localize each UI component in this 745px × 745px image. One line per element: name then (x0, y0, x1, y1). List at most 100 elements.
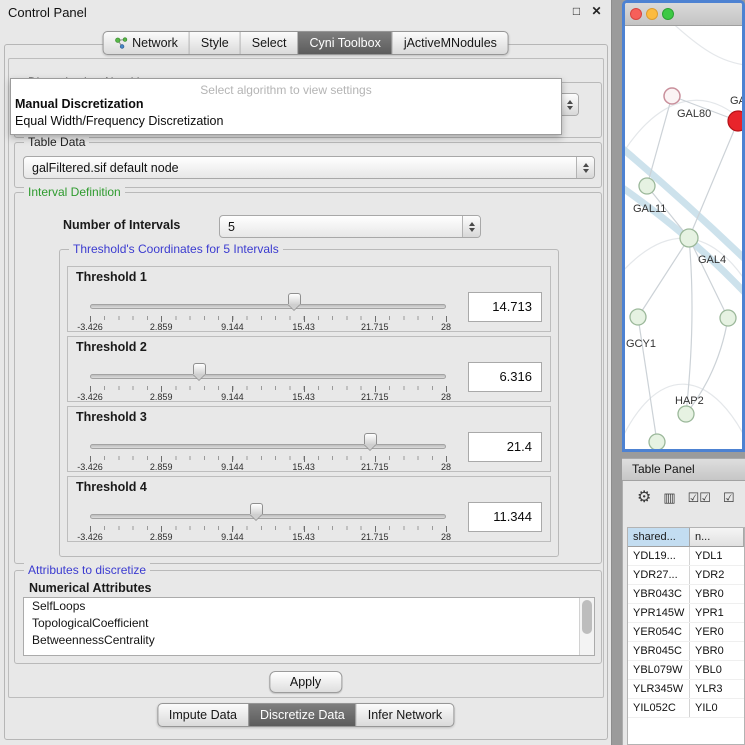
table-cell: YIL052C (628, 699, 690, 717)
network-canvas[interactable]: GAL80 GAL11 GAL4 GCY1 HAP2 GA (625, 26, 742, 449)
node-label-gal80: GAL80 (677, 108, 711, 120)
dropdown-placeholder: Select algorithm to view settings (11, 79, 561, 96)
table-row[interactable]: YBL079WYBL0 (628, 661, 744, 680)
dropdown-option-equal-width-frequency[interactable]: Equal Width/Frequency Discretization (11, 113, 561, 130)
threshold-3-label: Threshold 3 (76, 410, 147, 424)
tab-cyni-toolbox[interactable]: Cyni Toolbox (297, 32, 391, 54)
threshold-3-value-field[interactable]: 21.4 (468, 432, 542, 462)
table-row[interactable]: YIL052CYIL0 (628, 699, 744, 718)
node-hap2[interactable] (678, 406, 694, 422)
control-panel-titlebar[interactable]: Control Panel □ ✕ (0, 0, 611, 24)
tab-infer-network[interactable]: Infer Network (356, 704, 453, 726)
column-header-name[interactable]: n... (690, 528, 744, 547)
column-header-shared-name[interactable]: shared... (628, 528, 690, 547)
zoom-traffic-light[interactable] (662, 8, 674, 20)
node-gal4[interactable] (680, 229, 698, 247)
network-view-window: GAL80 GAL11 GAL4 GCY1 HAP2 GA (622, 0, 745, 452)
node-label-hap2: HAP2 (675, 395, 704, 407)
tab-label: Discretize Data (260, 708, 345, 722)
table-cell: YER0 (690, 623, 744, 641)
minimize-traffic-light[interactable] (646, 8, 658, 20)
numerical-attributes-list[interactable]: SelfLoopsTopologicalCoefficientBetweenne… (23, 597, 595, 656)
numerical-attribute-item[interactable]: BetweennessCentrality (24, 632, 594, 649)
threshold-3-panel: Threshold 3 -3.4262.8599.14415.4321.7152… (67, 406, 551, 472)
table-row[interactable]: YDR27...YDR2 (628, 566, 744, 585)
tab-label: Network (132, 36, 178, 50)
table-row[interactable]: YBR043CYBR0 (628, 585, 744, 604)
node-gal80[interactable] (664, 88, 680, 104)
slider-tick-label: 21.715 (361, 392, 389, 402)
column-visibility-icon[interactable]: ▥ (663, 489, 675, 507)
table-cell: YDR2 (690, 566, 744, 584)
table-header-row: shared... n... (628, 528, 744, 547)
slider-tick-label: -3.426 (77, 392, 103, 402)
slider-tick-label: -3.426 (77, 322, 103, 332)
tab-label: Style (201, 36, 229, 50)
slider-tick-label: 2.859 (150, 532, 173, 542)
slider-minor-ticks (90, 456, 447, 460)
threshold-3-slider-track[interactable] (90, 444, 446, 449)
tab-network[interactable]: Network (103, 32, 189, 54)
tab-style[interactable]: Style (189, 32, 240, 54)
threshold-3-slider-thumb[interactable] (364, 433, 377, 444)
table-cell: YBR045C (628, 642, 690, 660)
table-cell: YDL19... (628, 547, 690, 565)
select-row-icon[interactable]: ☑ (723, 489, 735, 507)
select-all-rows-icon[interactable]: ☑☑ (688, 489, 711, 507)
tab-discretize-data[interactable]: Discretize Data (248, 704, 356, 726)
node-gcy1[interactable] (630, 309, 646, 325)
network-icon (114, 37, 127, 49)
table-cell: YBL0 (690, 661, 744, 679)
scrollbar-thumb[interactable] (582, 600, 592, 634)
tab-select[interactable]: Select (240, 32, 298, 54)
network-window-titlebar[interactable] (625, 3, 742, 26)
table-row[interactable]: YPR145WYPR1 (628, 604, 744, 623)
table-row[interactable]: YDL19...YDL1 (628, 547, 744, 566)
threshold-1-slider-thumb[interactable] (288, 293, 301, 304)
numerical-attribute-item[interactable]: TopologicalCoefficient (24, 615, 594, 632)
number-of-intervals-combobox[interactable]: 5 (219, 215, 481, 238)
threshold-2-slider-track[interactable] (90, 374, 446, 379)
table-cell: YDR27... (628, 566, 690, 584)
threshold-1-slider-track[interactable] (90, 304, 446, 309)
float-window-button[interactable]: □ (570, 4, 583, 18)
number-of-intervals-value: 5 (228, 220, 235, 234)
slider-tick-label: 2.859 (150, 462, 173, 472)
close-window-button[interactable]: ✕ (590, 4, 603, 18)
table-data-combobox-value: galFiltered.sif default node (32, 161, 179, 175)
node-right[interactable] (720, 310, 736, 326)
table-row[interactable]: YER054CYER0 (628, 623, 744, 642)
table-panel-titlebar[interactable]: Table Panel (622, 458, 745, 481)
table-settings-gear-icon[interactable]: ⚙ (637, 489, 651, 507)
numerical-attribute-item[interactable]: SelfLoops (24, 598, 594, 615)
tab-jactivemodules[interactable]: jActiveMNodules (392, 32, 508, 54)
table-data-combobox[interactable]: galFiltered.sif default node (23, 156, 595, 179)
threshold-2-slider-thumb[interactable] (193, 363, 206, 374)
node-bottom[interactable] (649, 434, 665, 449)
threshold-4-value-field[interactable]: 11.344 (468, 502, 542, 532)
table-row[interactable]: YBR045CYBR0 (628, 642, 744, 661)
slider-tick-label: 28 (441, 322, 451, 332)
slider-tick-label: 15.43 (292, 392, 315, 402)
node-selected-red[interactable] (728, 111, 742, 131)
threshold-4-slider-track[interactable] (90, 514, 446, 519)
slider-tick-label: 28 (441, 462, 451, 472)
table-cell: YIL0 (690, 699, 744, 717)
table-cell: YER054C (628, 623, 690, 641)
threshold-4-slider-thumb[interactable] (250, 503, 263, 514)
apply-button[interactable]: Apply (269, 671, 342, 693)
table-row[interactable]: YLR345WYLR3 (628, 680, 744, 699)
threshold-2-value-field[interactable]: 6.316 (468, 362, 542, 392)
node-gal11[interactable] (639, 178, 655, 194)
slider-tick-label: -3.426 (77, 532, 103, 542)
slider-tick-label: 28 (441, 392, 451, 402)
close-traffic-light[interactable] (630, 8, 642, 20)
node-label-gal11: GAL11 (633, 203, 666, 215)
window-title: Control Panel (8, 5, 87, 20)
tab-impute-data[interactable]: Impute Data (158, 704, 248, 726)
dropdown-option-manual-discretization[interactable]: Manual Discretization (11, 96, 561, 113)
slider-tick-label: 9.144 (221, 322, 244, 332)
thresholds-group-title: Threshold's Coordinates for 5 Intervals (69, 242, 283, 256)
list-scrollbar[interactable] (579, 598, 594, 655)
threshold-1-value-field[interactable]: 14.713 (468, 292, 542, 322)
